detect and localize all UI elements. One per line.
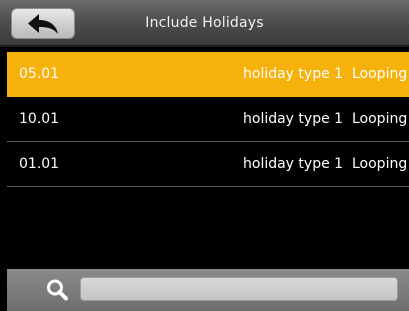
holiday-date: 05.01 — [19, 66, 60, 82]
holiday-mode: Looping — [352, 156, 408, 172]
holiday-mode: Looping — [352, 66, 408, 82]
holiday-list: 05.01 holiday type 1 Looping 10.01 holid… — [7, 52, 409, 187]
holiday-type: holiday type 1 — [243, 111, 344, 127]
search-input[interactable] — [80, 277, 398, 301]
holiday-row[interactable]: 05.01 holiday type 1 Looping — [7, 52, 409, 97]
holiday-date: 01.01 — [19, 156, 60, 172]
holiday-row[interactable]: 10.01 holiday type 1 Looping — [7, 97, 409, 142]
holiday-type: holiday type 1 — [243, 156, 344, 172]
search-icon[interactable] — [45, 278, 71, 302]
holiday-date: 10.01 — [19, 111, 60, 127]
title-bar: Include Holidays — [0, 0, 409, 47]
device-screen: Include Holidays 05.01 holiday type 1 Lo… — [0, 0, 409, 311]
page-title: Include Holidays — [145, 15, 264, 31]
holiday-mode: Looping — [352, 111, 408, 127]
search-bar — [7, 269, 409, 311]
holiday-type: holiday type 1 — [243, 66, 344, 82]
holiday-row[interactable]: 01.01 holiday type 1 Looping — [7, 142, 409, 187]
